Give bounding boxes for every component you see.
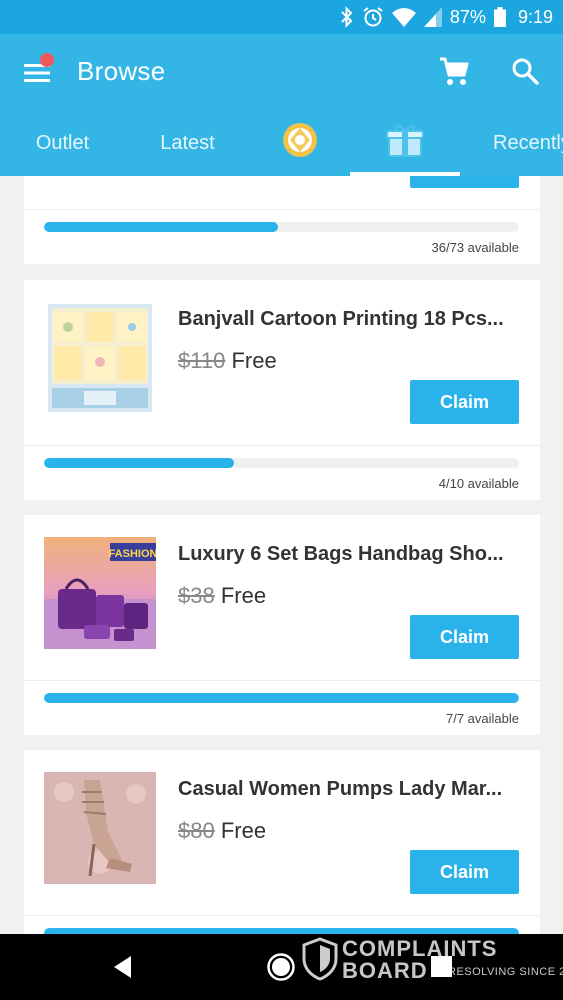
wifi-icon (391, 7, 416, 27)
watermark-line3: RESOLVING SINCE 2004 (448, 966, 563, 978)
image-caption: FASHION (109, 548, 156, 560)
product-name[interactable]: Luxury 6 Set Bags Handbag Sho... (178, 543, 523, 566)
app-bar: Browse (0, 34, 563, 110)
tab-latest[interactable]: Latest (125, 110, 250, 176)
coin-icon (282, 122, 318, 164)
product-card[interactable]: Banjvall Cartoon Printing 18 Pcs... $110… (24, 280, 540, 500)
progress-track (44, 222, 519, 232)
back-button[interactable] (109, 952, 139, 982)
product-image[interactable] (44, 302, 156, 414)
status-bar: 87% 9:19 (0, 0, 563, 34)
tab-bar: Outlet Latest Recently (0, 110, 563, 176)
product-list[interactable]: 36/73 available Banjvall Cartoon Printin… (0, 176, 563, 934)
progress-track (44, 458, 519, 468)
product-card[interactable]: FASHION Luxury 6 Set Bags Handbag Sho...… (24, 515, 540, 735)
progress-fill (44, 458, 234, 468)
bluetooth-icon (340, 6, 354, 28)
sale-price: Free (220, 583, 267, 608)
battery-percent: 87% (449, 6, 486, 27)
tab-coin[interactable] (250, 110, 350, 176)
price-row: $80 Free (178, 818, 266, 844)
claim-button[interactable] (410, 176, 519, 188)
claim-button[interactable]: Claim (410, 850, 519, 894)
product-card[interactable]: Casual Women Pumps Lady Mar... $80 Free … (24, 750, 540, 934)
home-icon (266, 953, 296, 986)
product-card-partial: 36/73 available (24, 176, 540, 264)
claim-button[interactable]: Claim (410, 380, 519, 424)
original-price: $110 (178, 348, 226, 373)
navigation-bar: COMPLAINTS BOARD RESOLVING SINCE 2004 (0, 934, 563, 1000)
page-title: Browse (77, 56, 166, 86)
tab-gift[interactable] (350, 110, 460, 176)
product-name[interactable]: Casual Women Pumps Lady Mar... (178, 778, 523, 801)
claim-button[interactable]: Claim (410, 615, 519, 659)
notification-dot (40, 53, 54, 67)
recents-button[interactable] (427, 952, 457, 982)
gift-icon (386, 122, 424, 164)
battery-icon (493, 7, 506, 27)
progress-fill (44, 693, 519, 703)
menu-button[interactable] (22, 53, 56, 86)
availability-text: 4/10 available (438, 476, 519, 491)
tab-recently[interactable]: Recently (460, 110, 563, 176)
tab-outlet[interactable]: Outlet (0, 110, 125, 176)
sale-price: Free (220, 818, 267, 843)
cart-icon (438, 57, 470, 92)
original-price: $80 (178, 818, 215, 843)
alarm-icon (362, 6, 384, 28)
recents-icon (427, 956, 457, 986)
shield-icon (302, 937, 338, 981)
cart-button[interactable] (438, 56, 470, 88)
clock: 9:19 (517, 6, 553, 27)
watermark-line2: BOARD (342, 958, 428, 983)
sale-price: Free (231, 348, 277, 373)
back-icon (109, 956, 139, 986)
progress-fill (44, 222, 279, 232)
original-price: $38 (178, 583, 215, 608)
home-button[interactable] (266, 952, 296, 982)
price-row: $110 Free (178, 348, 277, 374)
progress-track (44, 693, 519, 703)
availability-text: 36/73 available (431, 240, 519, 255)
availability-text: 7/7 available (446, 711, 519, 726)
product-name[interactable]: Banjvall Cartoon Printing 18 Pcs... (178, 308, 523, 331)
search-button[interactable] (510, 56, 540, 86)
price-row: $38 Free (178, 583, 266, 609)
search-icon (510, 58, 540, 90)
product-image[interactable]: FASHION (44, 537, 156, 649)
product-image[interactable] (44, 772, 156, 884)
signal-icon (423, 7, 442, 27)
